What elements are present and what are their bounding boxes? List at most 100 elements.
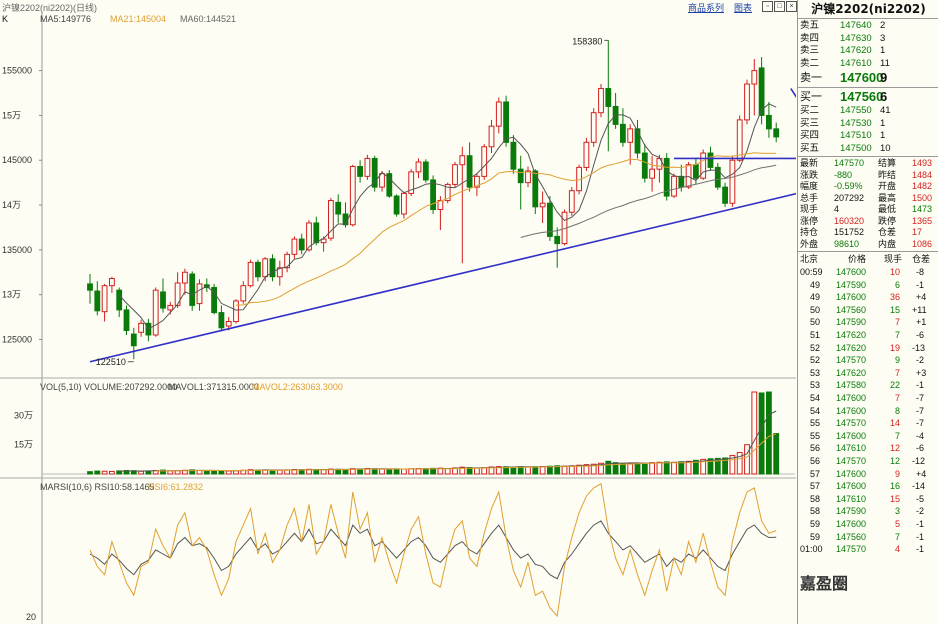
volume-bar [525,466,531,475]
tick-volume: 14 [890,418,901,429]
candle-body [641,152,648,179]
tick-price: 147570 [836,544,867,555]
ask-label: 卖四 [800,32,820,44]
trendline [89,192,796,363]
volume-bar [94,470,101,475]
tick-price: 147610 [836,443,867,454]
candle-body [160,291,166,309]
watermark-text: 嘉盈圈 [800,574,849,593]
ma21-label: MA21:145004 [110,14,167,24]
volume-bar [766,391,772,475]
tick-row: 53 147620 7 +3 [798,367,938,380]
tick-oi-change: +4 [916,468,927,479]
candle-body [189,273,196,306]
volume-bar [568,465,575,475]
ticks-header-row: 北京 价格 现手 仓差 [798,253,938,266]
tick-oi-change: -1 [916,544,925,555]
candle-body [123,309,130,332]
stat-value-left: -0.59% [834,181,863,191]
tick-oi-change: -7 [916,393,925,403]
tick-time: 52 [810,342,821,353]
tick-time: 53 [810,367,821,378]
candle-body [313,222,320,244]
tick-time: 56 [810,456,821,466]
tick-price: 147620 [836,330,867,340]
tick-row: 59 147560 7 -1 [798,531,938,544]
tick-volume: 36 [890,292,901,303]
candle-body [182,271,188,284]
annotation-label: 158380 [572,36,602,46]
rsi10-line [89,520,777,580]
tick-volume: 7 [895,317,901,328]
volume-bar [109,470,115,475]
close-icon[interactable]: × [786,1,797,12]
tick-price: 147560 [836,531,867,542]
bid-row: 买一 147560 6 [798,89,938,105]
stat-row: 涨跌 -880 昨结 1484 [798,170,938,181]
toolbar-link-chart[interactable]: 图表 [734,1,752,14]
candle-body [196,283,203,305]
tick-volume: 15 [890,304,901,315]
bid-row: 买三 147530 1 [798,118,938,130]
ask-label: 卖五 [800,20,820,31]
stat-label-left: 最新 [800,158,819,168]
volume-bar [401,468,407,475]
tick-price: 147600 [836,430,867,441]
tick-price: 147580 [836,380,867,391]
tick-volume: 16 [890,481,901,492]
bid-price: 147530 [840,117,872,129]
tick-oi-change: -1 [916,519,925,529]
tick-price: 147600 [836,468,867,479]
candle-body [678,175,685,188]
ma5-label: MA5:149776 [40,14,92,24]
ticks-header-time: 北京 [800,254,819,264]
stat-value-left: -880 [834,169,853,180]
volume-bar [751,391,758,475]
volume-bar [773,433,780,475]
candle-body [130,333,137,347]
candle-body [744,83,750,121]
tick-time: 56 [810,443,821,454]
stat-label-right: 最高 [878,192,897,203]
stat-label-right: 跌停 [878,215,897,226]
tick-row: 57 147600 9 +4 [798,468,938,481]
candle-body [364,157,371,177]
tick-price: 147600 [836,405,867,416]
volume-bar [474,467,480,475]
bid-label: 买五 [800,142,820,154]
ask-label: 卖三 [800,45,820,56]
annotation-label: 122510 [96,357,126,367]
minimize-icon[interactable]: ▫ [762,1,773,12]
stat-value-left: 151752 [834,227,865,237]
candle-body [766,114,772,130]
tick-time: 59 [810,531,821,542]
volume-bar [649,462,656,475]
candle-body [298,238,305,251]
volume-bar [539,466,546,475]
candle-body [503,101,510,143]
tick-row: 58 147590 3 -2 [798,505,938,518]
ask-row: 卖三 147620 1 [798,45,938,57]
y-tick-label: 135000 [2,245,32,255]
bid-volume: 1 [880,130,886,141]
restore-icon[interactable]: □ [774,1,785,12]
candle-body [452,164,458,185]
candle-body [707,152,714,168]
candle-body [247,261,254,287]
tick-volume: 7 [895,393,901,403]
ticks-header-oi: 仓差 [912,254,931,264]
tick-volume: 15 [890,493,901,504]
toolbar-link-series[interactable]: 商品系列 [688,1,724,14]
bid-volume: 10 [880,142,891,154]
stat-value-right: 1482 [912,181,933,191]
volume-bar [634,462,641,475]
candle-body [722,186,729,204]
tick-time: 49 [810,292,821,303]
stat-value-right: 1365 [912,215,933,226]
ask-volume: 11 [880,57,890,69]
volume-bar [510,466,517,475]
candle-body [773,128,780,138]
tick-row: 01:00 147570 4 -1 [798,543,938,556]
tick-price: 147560 [836,304,867,315]
stats-divider [798,156,938,157]
